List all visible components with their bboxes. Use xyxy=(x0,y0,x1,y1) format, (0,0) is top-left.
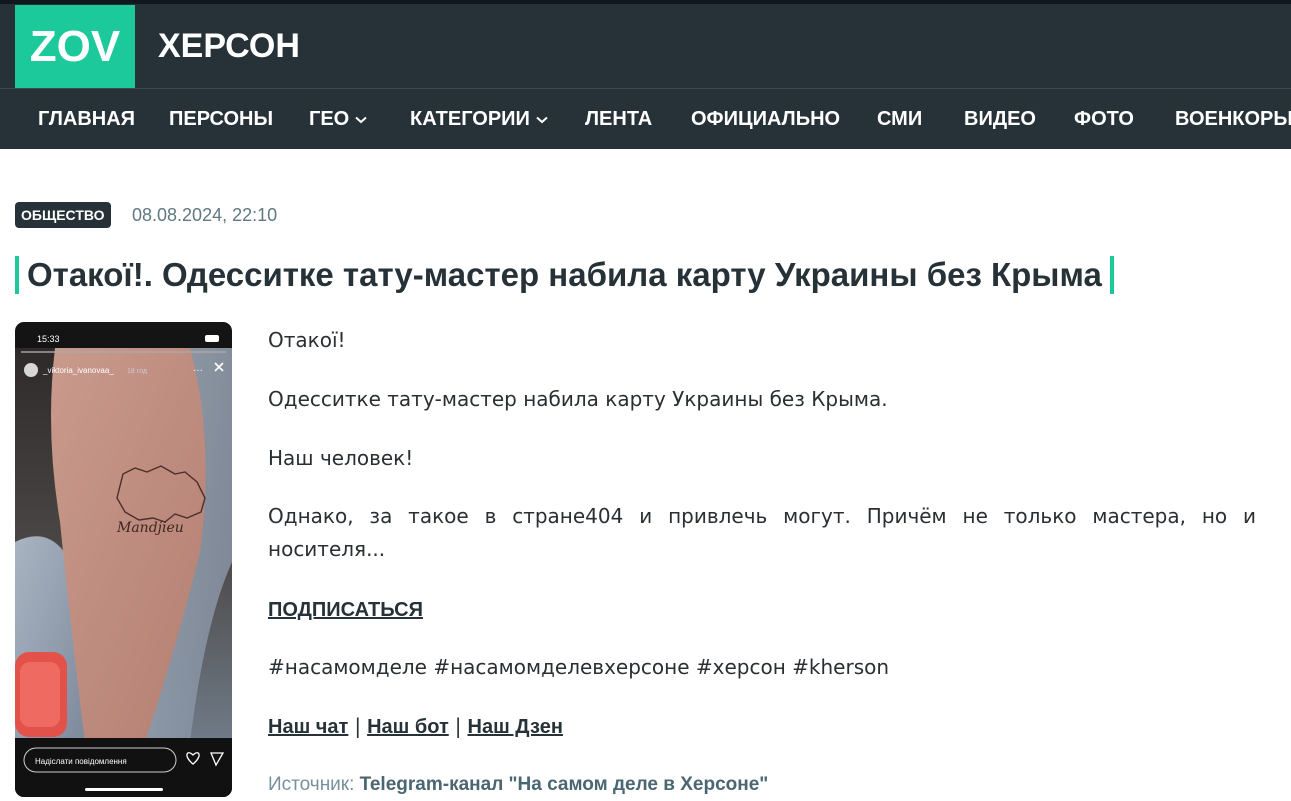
article-date: 08.08.2024, 22:10 xyxy=(132,205,278,225)
category-badge[interactable]: ОБЩЕСТВО xyxy=(15,202,111,228)
article-title: Отакої!. Одесситке тату-мастер набила ка… xyxy=(27,256,1102,293)
nav-item-home[interactable]: ГЛАВНАЯ xyxy=(38,89,135,149)
more-icon: ··· xyxy=(193,365,203,376)
article-title-block: Отакої!. Одесситке тату-мастер набила ка… xyxy=(15,256,1114,294)
nav-item-label: ГЛАВНАЯ xyxy=(38,108,136,130)
nav-item-photo[interactable]: ФОТО xyxy=(1074,89,1134,149)
paragraph: Однако, за такое в стране404 и привлечь … xyxy=(268,504,1256,561)
bot-link[interactable]: Наш бот xyxy=(367,716,449,738)
chevron-down-icon xyxy=(355,116,367,124)
tattoo-signature: Mandjieu xyxy=(116,520,184,536)
nav-item-official[interactable]: ОФИЦИАЛЬНО xyxy=(691,89,840,149)
site-logo[interactable]: ZOV xyxy=(15,5,135,88)
status-time: 15:33 xyxy=(37,334,60,344)
link-separator: | xyxy=(354,714,362,738)
paragraph: Наш человек! xyxy=(268,446,414,470)
nav-item-label: ЛЕНТА xyxy=(585,108,653,130)
nav-item-categories[interactable]: КАТЕГОРИИ xyxy=(410,89,548,149)
message-placeholder: Надіслати повідомлення xyxy=(35,757,127,766)
nav-item-label: ВИДЕО xyxy=(964,108,1036,130)
nav-item-geo[interactable]: ГЕО xyxy=(309,89,367,149)
source-label: Источник: xyxy=(268,774,355,795)
site-header: ZOV ХЕРСОН xyxy=(0,4,1291,88)
nav-item-label: ПЕРСОНЫ xyxy=(169,108,274,130)
nav-item-label: СМИ xyxy=(877,108,923,130)
nav-item-label: ГЕО xyxy=(309,108,350,130)
nav-item-label: ВОЕНКОРЫ xyxy=(1175,108,1291,130)
hashtags: #насамомделе #насамомделевхерсоне #херсо… xyxy=(268,655,890,679)
dzen-link[interactable]: Наш Дзен xyxy=(468,716,563,738)
nav-item-media[interactable]: СМИ xyxy=(877,89,922,149)
nav-item-video[interactable]: ВИДЕО xyxy=(964,89,1036,149)
site-title[interactable]: ХЕРСОН xyxy=(158,24,300,68)
story-screenshot: Mandjieu 15:33 _viktoria_ivanovaa_ 18 го… xyxy=(15,322,232,797)
link-separator: | xyxy=(454,714,462,738)
nav-item-label: ФОТО xyxy=(1074,108,1134,130)
source-row: Источник: Telegram-канал "На самом деле … xyxy=(268,768,1256,801)
nav-item-feed[interactable]: ЛЕНТА xyxy=(585,89,652,149)
nav-item-persons[interactable]: ПЕРСОНЫ xyxy=(169,89,273,149)
story-username: _viktoria_ivanovaa_ xyxy=(42,366,114,375)
main-nav: ГЛАВНАЯ ПЕРСОНЫ ГЕО КАТЕГОРИИ ЛЕНТА ОФИЦ… xyxy=(0,88,1291,149)
title-accent-bar xyxy=(1109,256,1114,294)
nav-item-label: ОФИЦИАЛЬНО xyxy=(691,108,841,130)
article-photo[interactable]: Mandjieu 15:33 _viktoria_ivanovaa_ 18 го… xyxy=(15,322,232,797)
chevron-down-icon xyxy=(536,116,548,124)
chat-link[interactable]: Наш чат xyxy=(268,716,348,738)
social-links: Наш чат | Наш бот | Наш Дзен xyxy=(268,710,1256,744)
story-age: 18 год xyxy=(127,368,147,375)
source-link[interactable]: Telegram-канал "На самом деле в Херсоне" xyxy=(360,774,769,795)
paragraph: Одесситке тату-мастер набила карту Украи… xyxy=(268,387,888,411)
nav-item-label: КАТЕГОРИИ xyxy=(410,108,530,130)
nav-item-warcorrespondents[interactable]: ВОЕНКОРЫ xyxy=(1175,89,1291,149)
subscribe-link[interactable]: ПОДПИСАТЬСЯ xyxy=(268,599,423,621)
subscribe-row: ПОДПИСАТЬСЯ xyxy=(268,593,1256,627)
paragraph: Отакої! xyxy=(268,328,346,352)
